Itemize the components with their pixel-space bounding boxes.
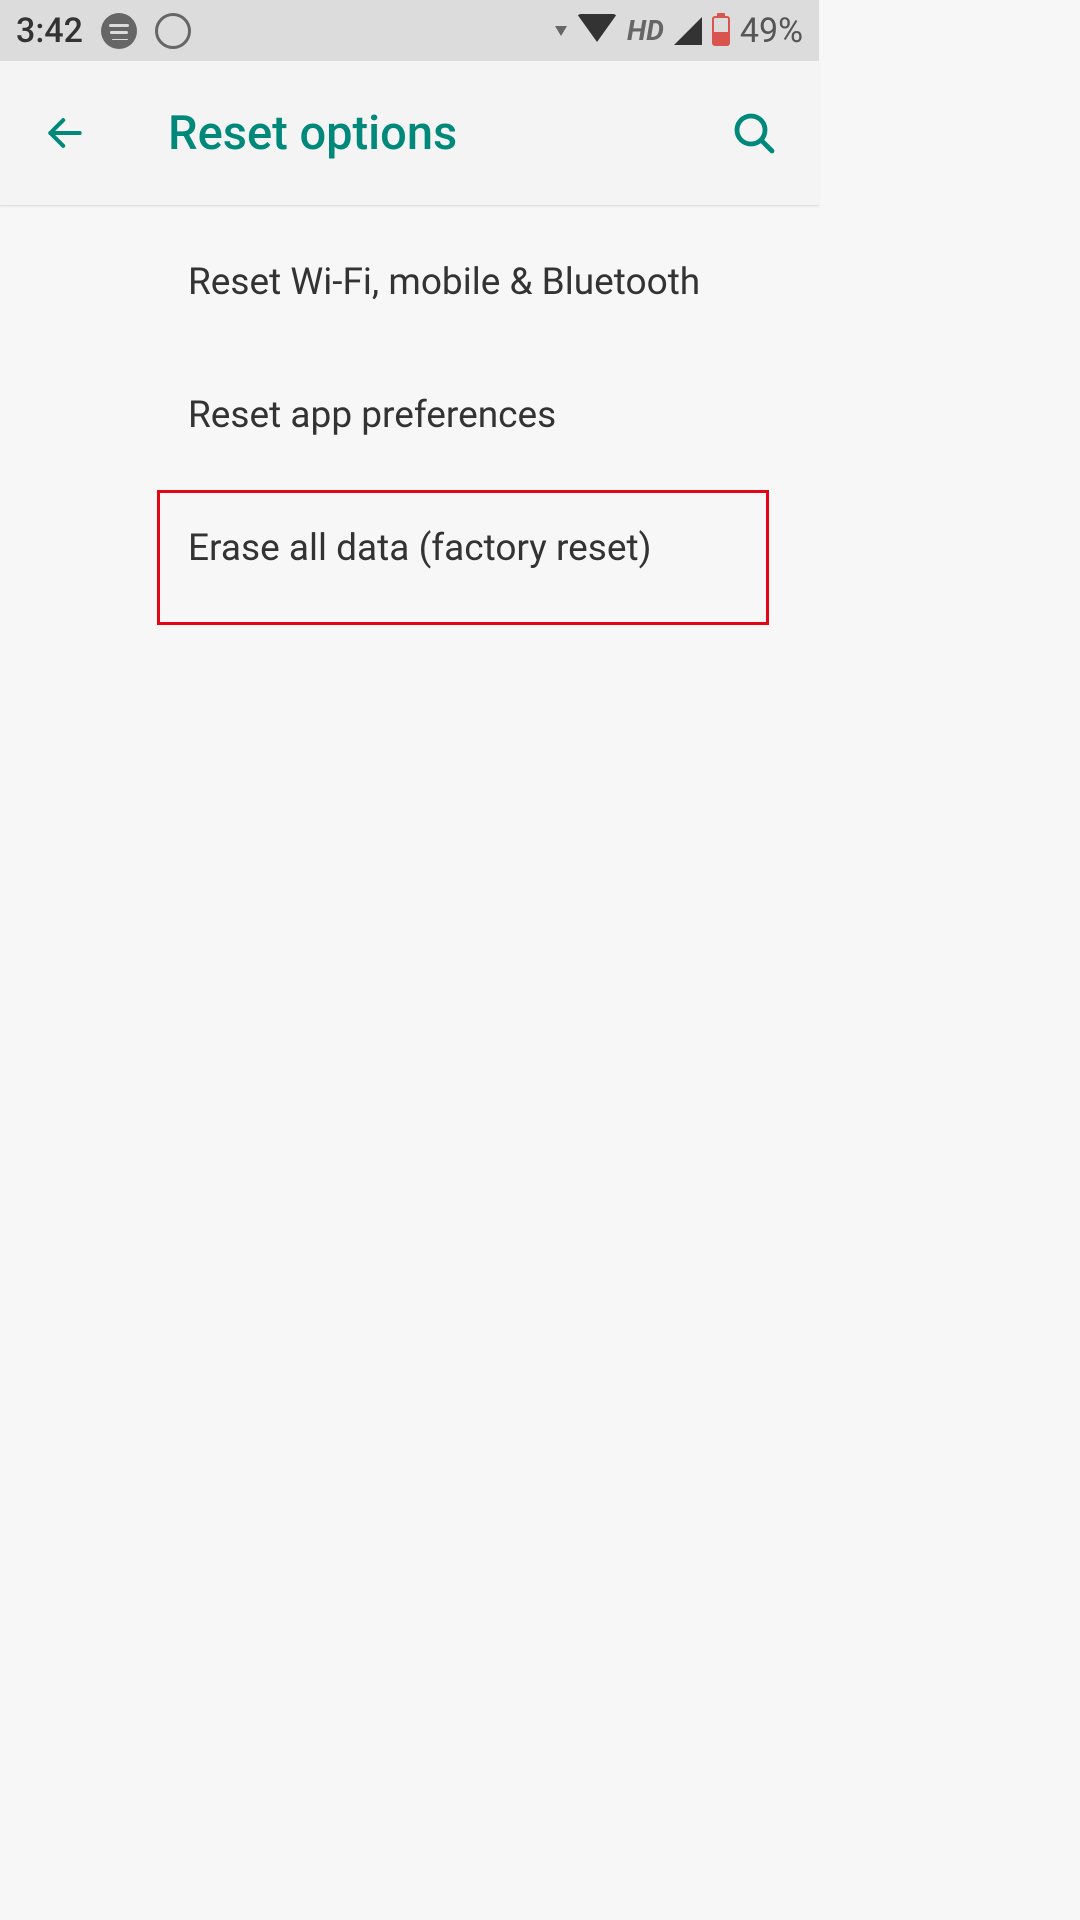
dropdown-indicator-icon (555, 26, 567, 36)
search-button[interactable] (729, 109, 779, 157)
list-item-label: Erase all data (factory reset) (188, 527, 652, 570)
circle-icon (155, 13, 191, 49)
list-item-label: Reset Wi-Fi, mobile & Bluetooth (188, 261, 700, 304)
status-bar: 3:42 HD 49% (0, 0, 819, 61)
signal-icon (674, 17, 702, 45)
settings-list: Reset Wi-Fi, mobile & Bluetooth Reset ap… (0, 206, 819, 615)
status-time: 3:42 (16, 11, 83, 51)
status-left: 3:42 (16, 11, 191, 51)
app-bar: Reset options (0, 61, 819, 206)
battery-icon (712, 16, 730, 46)
back-button[interactable] (40, 111, 90, 155)
arrow-back-icon (43, 111, 87, 155)
list-item-label: Reset app preferences (188, 394, 556, 437)
erase-all-data-item[interactable]: Erase all data (factory reset) (0, 482, 819, 615)
battery-percentage: 49% (740, 11, 803, 51)
reset-network-item[interactable]: Reset Wi-Fi, mobile & Bluetooth (0, 216, 819, 349)
spotify-icon (101, 13, 137, 49)
wifi-icon (577, 14, 617, 42)
status-right: HD 49% (555, 11, 803, 51)
page-title: Reset options (168, 106, 729, 161)
hd-indicator: HD (627, 14, 664, 47)
search-icon (730, 109, 778, 157)
reset-app-prefs-item[interactable]: Reset app preferences (0, 349, 819, 482)
